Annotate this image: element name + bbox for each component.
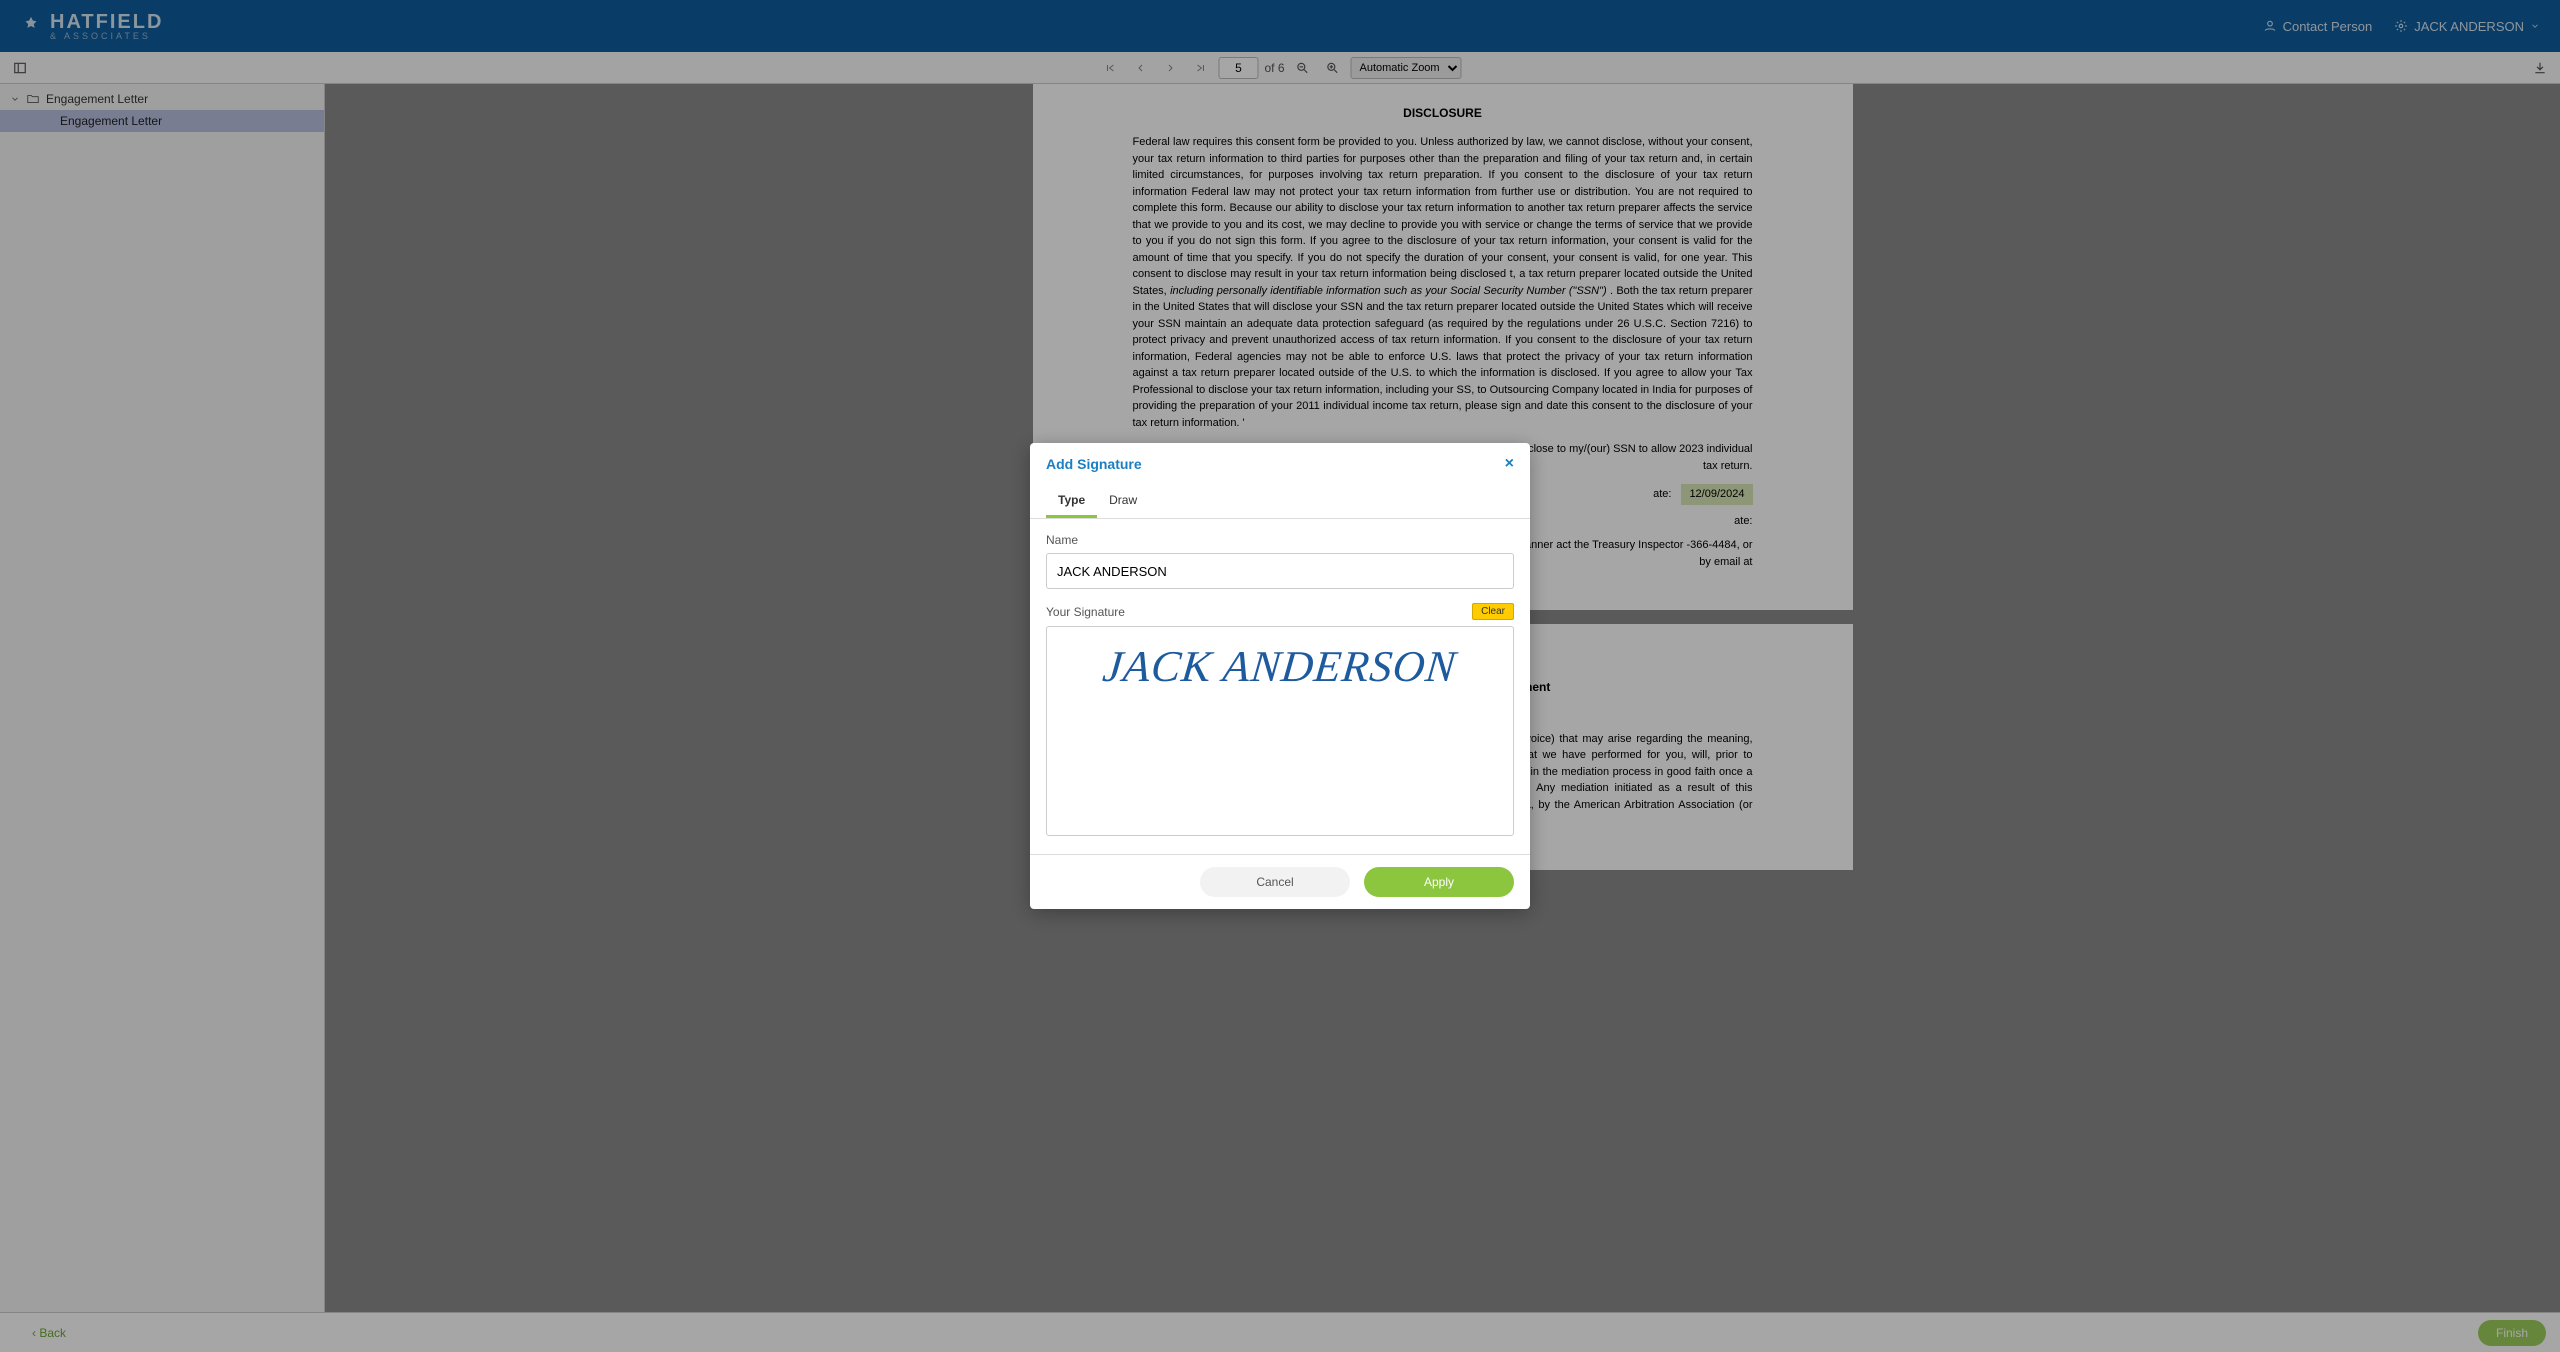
tab-draw[interactable]: Draw — [1097, 485, 1149, 518]
add-signature-modal: Add Signature × Type Draw Name Your Sign… — [1030, 443, 1530, 909]
signature-label: Your Signature — [1046, 605, 1125, 619]
signature-text: JACK ANDERSON — [1101, 641, 1460, 692]
name-label: Name — [1046, 533, 1514, 547]
clear-button[interactable]: Clear — [1472, 603, 1514, 620]
name-input[interactable] — [1046, 553, 1514, 589]
modal-close-button[interactable]: × — [1505, 455, 1514, 473]
signature-preview: JACK ANDERSON — [1046, 626, 1514, 836]
modal-tabs: Type Draw — [1030, 485, 1530, 518]
apply-button[interactable]: Apply — [1364, 867, 1514, 897]
modal-title: Add Signature — [1046, 456, 1142, 472]
cancel-button[interactable]: Cancel — [1200, 867, 1350, 897]
tab-type[interactable]: Type — [1046, 485, 1097, 518]
